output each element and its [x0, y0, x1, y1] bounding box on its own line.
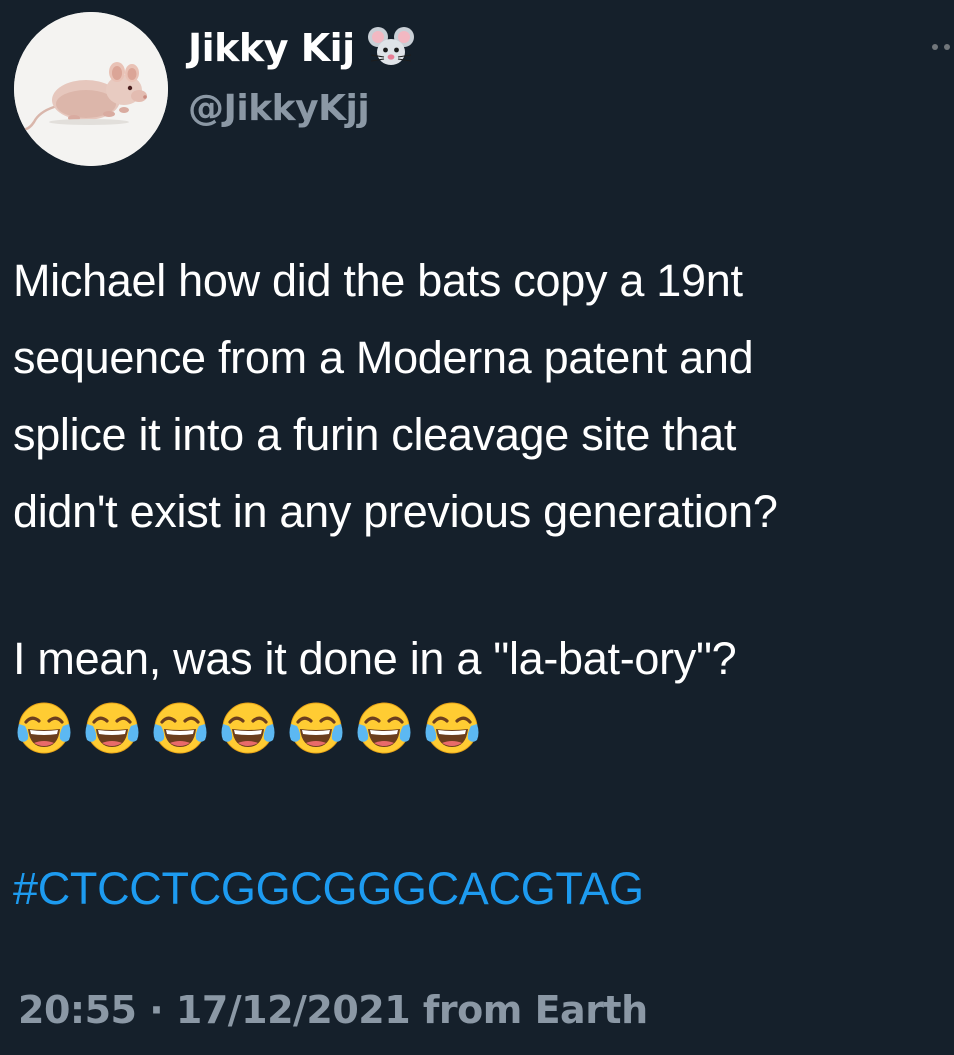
tweet-text-line: splice it into a furin cleavage site tha…	[13, 409, 737, 460]
tears-of-joy-icon	[289, 702, 343, 754]
tears-of-joy-icon	[17, 702, 71, 754]
hashtag-link[interactable]: #CTCCTCGGCGGGCACGTAG	[13, 850, 644, 927]
tears-of-joy-icon	[425, 702, 479, 754]
user-handle[interactable]: @JikkyKjj	[188, 88, 370, 129]
tweet-text-line: didn't exist in any previous generation?	[13, 486, 778, 537]
tweet: Jikky Kij @JikkyKjj Michael how did the …	[0, 0, 954, 1055]
more-dot-icon	[932, 44, 938, 50]
hairless-rat-icon	[14, 12, 168, 166]
tears-of-joy-icon	[85, 702, 139, 754]
tweet-text-line: Michael how did the bats copy a 19nt	[13, 255, 743, 306]
meta-separator: ·	[149, 988, 164, 1032]
tweet-meta: 20:55 · 17/12/2021 from Earth	[18, 988, 648, 1032]
display-name-row: Jikky Kij	[188, 22, 415, 74]
tweet-date[interactable]: 17/12/2021	[176, 988, 411, 1032]
tweet-second-paragraph: I mean, was it done in a "la-bat-ory"?	[13, 633, 737, 684]
display-name[interactable]: Jikky Kij	[188, 26, 355, 70]
more-options-button[interactable]	[932, 40, 954, 54]
tweet-time[interactable]: 20:55	[18, 988, 137, 1032]
emoji-row	[16, 700, 480, 756]
tears-of-joy-icon	[153, 702, 207, 754]
tears-of-joy-icon	[357, 702, 411, 754]
avatar[interactable]	[14, 12, 168, 166]
more-dot-icon	[944, 44, 950, 50]
tweet-source: from Earth	[422, 988, 648, 1032]
mouse-face-icon	[367, 27, 414, 65]
tweet-text-line: sequence from a Moderna patent and	[13, 332, 754, 383]
tears-of-joy-icon	[221, 702, 275, 754]
